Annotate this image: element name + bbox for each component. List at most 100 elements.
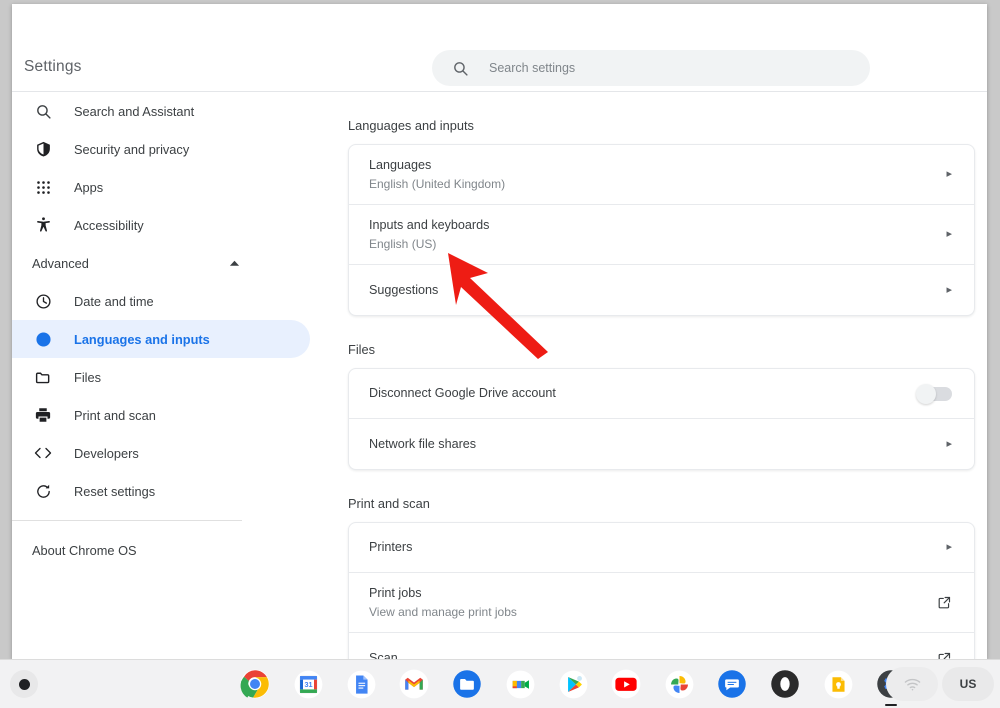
row-languages[interactable]: Languages English (United Kingdom) ▸ xyxy=(349,145,974,205)
row-title: Suggestions xyxy=(369,282,439,297)
sidebar-item-security-and-privacy[interactable]: Security and privacy xyxy=(12,130,310,168)
row-suggestions[interactable]: Suggestions ▸ xyxy=(349,265,974,315)
row-print-jobs[interactable]: Print jobs View and manage print jobs xyxy=(349,573,974,633)
gmail-icon[interactable] xyxy=(397,667,431,701)
row-texts: Languages English (United Kingdom) xyxy=(369,148,946,202)
accessibility-person-icon xyxy=(32,214,54,236)
row-texts: Print jobs View and manage print jobs xyxy=(369,576,937,630)
chrome-icon[interactable] xyxy=(238,667,272,701)
clock-icon xyxy=(32,290,54,312)
chevron-right-icon: ▸ xyxy=(946,437,952,450)
sidebar-item-label: Security and privacy xyxy=(74,141,190,157)
settings-content: Languages and inputs Languages English (… xyxy=(330,92,987,659)
search-bar[interactable] xyxy=(432,50,870,86)
row-subtitle: English (US) xyxy=(369,236,437,251)
sidebar-item-label: Languages and inputs xyxy=(74,331,210,347)
row-subtitle: View and manage print jobs xyxy=(369,604,517,619)
sidebar-group-label: Advanced xyxy=(32,255,89,271)
drive-disconnect-toggle[interactable] xyxy=(916,383,952,404)
google-docs-icon[interactable] xyxy=(344,667,378,701)
input-method-indicator[interactable]: US xyxy=(942,667,994,701)
row-inputs-and-keyboards[interactable]: Inputs and keyboards English (US) ▸ xyxy=(349,205,974,265)
chromeos-shelf: 31 US xyxy=(0,659,1000,708)
folder-icon xyxy=(32,366,54,388)
sidebar-item-label: Print and scan xyxy=(74,407,156,423)
sidebar-item-label: About Chrome OS xyxy=(32,542,137,558)
sidebar-item-label: Apps xyxy=(74,179,104,195)
sidebar-item-date-and-time[interactable]: Date and time xyxy=(12,282,310,320)
sidebar-item-accessibility[interactable]: Accessibility xyxy=(12,206,310,244)
row-texts: Disconnect Google Drive account xyxy=(369,376,918,411)
wifi-icon[interactable] xyxy=(886,667,938,701)
sidebar-item-about-chrome-os[interactable]: About Chrome OS xyxy=(12,531,330,569)
sidebar-item-label: Reset settings xyxy=(74,483,156,499)
row-texts: Suggestions xyxy=(369,273,946,308)
reset-refresh-icon xyxy=(32,480,54,502)
settings-sidebar: Search and Assistant Security and privac… xyxy=(12,92,330,659)
settings-topbar: Settings xyxy=(12,4,987,92)
row-texts: Network file shares xyxy=(369,427,946,462)
launcher-button[interactable] xyxy=(10,670,38,698)
open-external-icon[interactable] xyxy=(937,595,952,610)
row-texts: Inputs and keyboards English (US) xyxy=(369,208,946,262)
sidebar-item-reset-settings[interactable]: Reset settings xyxy=(12,472,310,510)
card-print-and-scan: Printers ▸ Print jobs View and manage pr… xyxy=(348,522,975,659)
sidebar-item-label: Accessibility xyxy=(74,217,144,233)
row-scan[interactable]: Scan xyxy=(349,633,974,659)
row-title: Printers xyxy=(369,540,413,554)
search-icon xyxy=(452,60,469,77)
sidebar-item-search-and-assistant[interactable]: Search and Assistant xyxy=(12,92,310,130)
row-title: Languages xyxy=(369,157,432,172)
row-title: Disconnect Google Drive account xyxy=(369,386,556,400)
google-calendar-icon[interactable]: 31 xyxy=(291,667,325,701)
google-photos-icon[interactable] xyxy=(662,667,696,701)
printer-icon xyxy=(32,404,54,426)
sidebar-item-apps[interactable]: Apps xyxy=(12,168,310,206)
toggle-knob xyxy=(916,383,936,404)
row-title: Scan xyxy=(369,650,398,660)
row-title: Network file shares xyxy=(369,436,477,451)
sidebar-item-print-and-scan[interactable]: Print and scan xyxy=(12,396,310,434)
settings-window: Settings Search and Assistant xyxy=(12,4,987,659)
screen: Settings Search and Assistant xyxy=(0,0,1000,708)
card-files: Disconnect Google Drive account Network … xyxy=(348,368,975,470)
search-input[interactable] xyxy=(487,52,831,84)
sidebar-item-files[interactable]: Files xyxy=(12,358,310,396)
row-disconnect-google-drive-account[interactable]: Disconnect Google Drive account xyxy=(349,369,974,419)
chevron-right-icon: ▸ xyxy=(946,283,952,296)
sidebar-divider xyxy=(12,520,242,521)
chevron-up-icon xyxy=(229,259,240,267)
row-printers[interactable]: Printers ▸ xyxy=(349,523,974,573)
google-meet-icon[interactable] xyxy=(503,667,537,701)
sidebar-item-languages-and-inputs[interactable]: Languages and inputs xyxy=(12,320,310,358)
section-title-print-and-scan: Print and scan xyxy=(348,496,430,511)
google-keep-icon[interactable] xyxy=(821,667,855,701)
search-icon xyxy=(32,100,54,122)
sidebar-item-label: Developers xyxy=(74,445,139,461)
content-scrollbar[interactable] xyxy=(981,92,987,659)
google-play-icon[interactable] xyxy=(556,667,590,701)
google-messages-icon[interactable] xyxy=(715,667,749,701)
globe-icon xyxy=(32,328,54,350)
files-app-icon[interactable] xyxy=(450,667,484,701)
svg-text:31: 31 xyxy=(304,679,312,688)
chevron-right-icon: ▸ xyxy=(946,228,952,240)
sidebar-item-label: Search and Assistant xyxy=(74,103,195,119)
apps-grid-icon xyxy=(32,176,54,198)
open-external-icon[interactable] xyxy=(937,651,952,659)
row-subtitle: English (United Kingdom) xyxy=(369,176,506,191)
opera-icon[interactable] xyxy=(768,667,802,701)
row-texts: Printers xyxy=(369,530,946,565)
shelf-app-list: 31 xyxy=(238,667,908,701)
row-network-file-shares[interactable]: Network file shares ▸ xyxy=(349,419,974,469)
card-languages-and-inputs: Languages English (United Kingdom) ▸ Inp… xyxy=(348,144,975,316)
sidebar-item-label: Files xyxy=(74,369,102,385)
chevron-right-icon: ▸ xyxy=(946,541,952,553)
sidebar-item-developers[interactable]: Developers xyxy=(12,434,310,472)
youtube-icon[interactable] xyxy=(609,667,643,701)
sidebar-group-advanced[interactable]: Advanced xyxy=(12,244,240,282)
row-title: Inputs and keyboards xyxy=(369,217,490,232)
shield-icon xyxy=(32,138,54,160)
page-title: Settings xyxy=(24,58,82,75)
row-title: Print jobs xyxy=(369,585,422,600)
